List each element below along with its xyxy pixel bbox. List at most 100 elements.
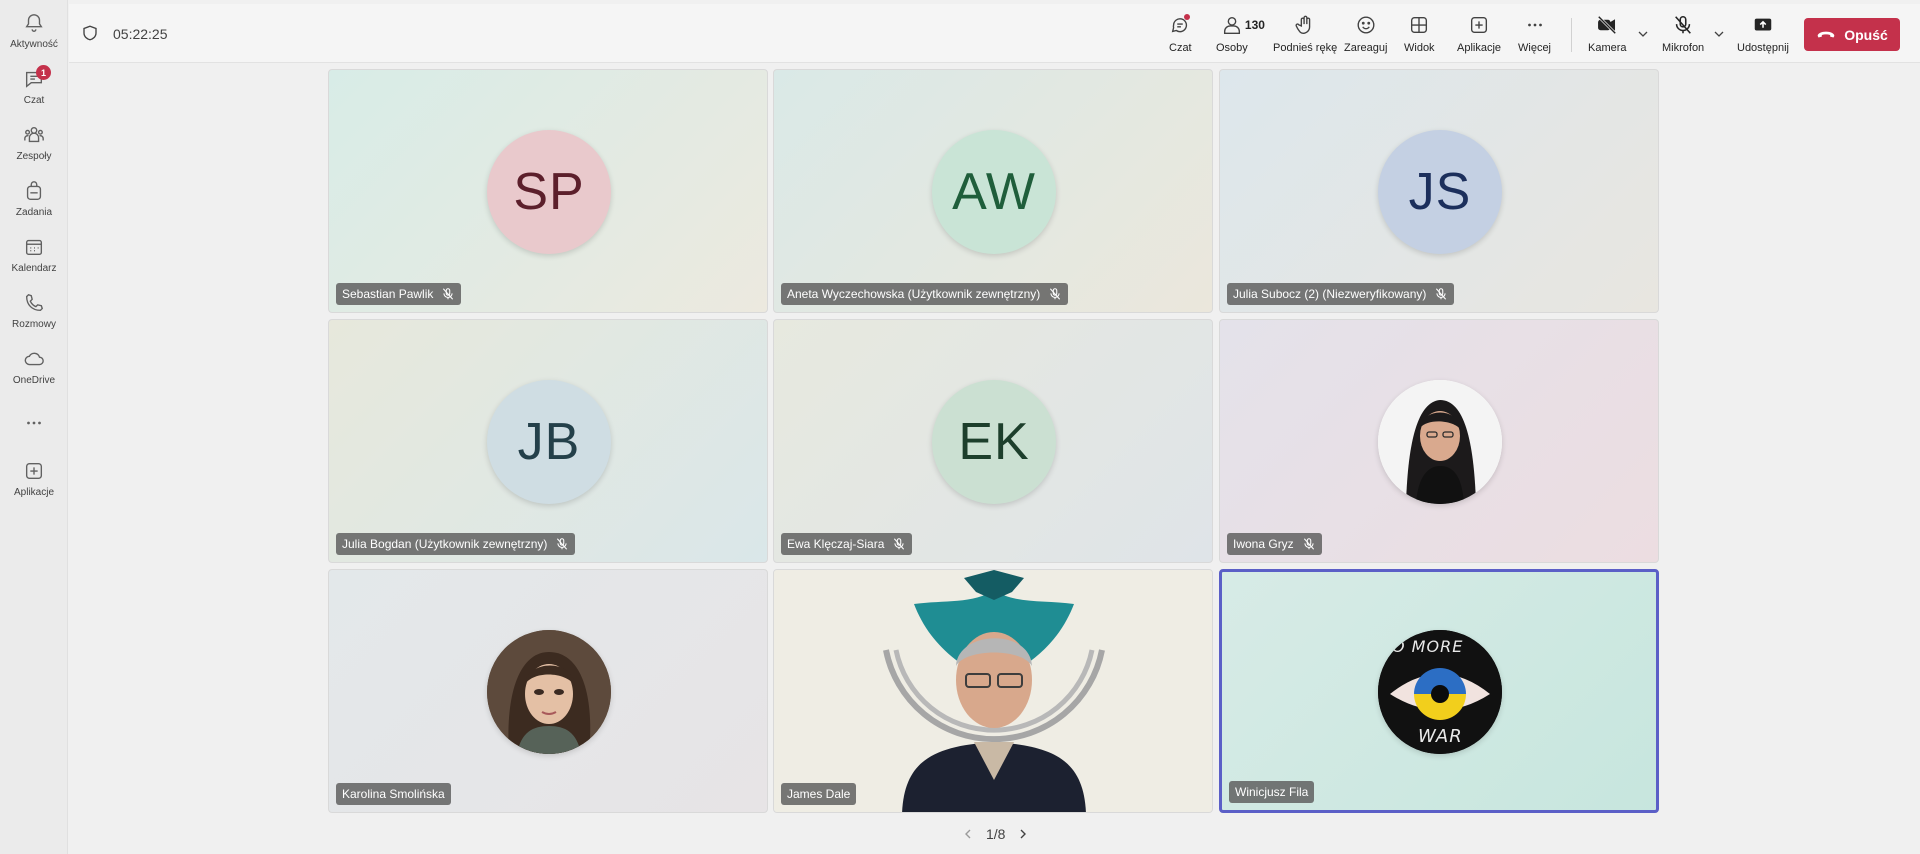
unread-badge: 1: [36, 65, 51, 80]
meeting-toolbar: 05:22:25 Czat 130 Osoby Podnieś rękę Zar…: [69, 4, 1920, 63]
camera-label: Kamera: [1588, 42, 1627, 54]
portrait-woman-image: [1378, 380, 1502, 504]
participant-name-tag: Winicjusz Fila: [1229, 781, 1315, 803]
rail-item-calls[interactable]: Rozmowy: [0, 292, 68, 330]
participant-name: Winicjusz Fila: [1235, 785, 1309, 799]
phone-icon: [25, 293, 44, 312]
svg-text:WAR: WAR: [1418, 726, 1463, 747]
participant-tile[interactable]: Iwona Gryz: [1219, 319, 1659, 563]
rail-item-assignments[interactable]: Zadania: [0, 180, 68, 218]
avatar: AW: [932, 130, 1056, 254]
profile-photo: [1378, 380, 1502, 504]
participant-name: Aneta Wyczechowska (Użytkownik zewnętrzn…: [787, 287, 1041, 301]
chevron-right-icon[interactable]: [1017, 828, 1029, 840]
rail-item-teams[interactable]: Zespoły: [0, 124, 68, 162]
rail-label: Zespoły: [16, 151, 52, 162]
share-screen-icon: [1754, 18, 1772, 31]
avatar: SP: [487, 130, 611, 254]
raise-hand-label: Podnieś rękę: [1273, 42, 1338, 54]
avatar: EK: [932, 380, 1056, 504]
participant-tile[interactable]: JS Julia Subocz (2) (Niezweryfikowany): [1219, 69, 1659, 313]
people-button[interactable]: 130 Osoby: [1216, 14, 1265, 54]
participant-name: Iwona Gryz: [1233, 537, 1294, 551]
participant-name: James Dale: [787, 787, 851, 801]
illustrated-portrait-image: [487, 630, 611, 754]
share-button[interactable]: Udostępnij: [1737, 14, 1789, 54]
rail-item-chat[interactable]: 1 Czat: [0, 65, 68, 106]
toolbar-divider: [1571, 18, 1572, 52]
participant-name-tag: Ewa Klęczaj-Siara: [781, 533, 913, 555]
more-label: Więcej: [1518, 42, 1552, 54]
chevron-down-icon[interactable]: [1637, 28, 1649, 40]
add-app-icon: [25, 462, 43, 480]
mic-off-icon: [894, 538, 905, 550]
calendar-icon: [25, 239, 43, 256]
participant-tile[interactable]: JB Julia Bogdan (Użytkownik zewnętrzny): [328, 319, 768, 563]
camera-button[interactable]: Kamera: [1588, 14, 1627, 54]
mic-off-icon: [1050, 288, 1061, 300]
chat-button[interactable]: Czat: [1169, 14, 1192, 54]
participant-name: Julia Subocz (2) (Niezweryfikowany): [1233, 287, 1427, 301]
page-indicator: 1/8: [986, 826, 1006, 842]
rail-label: Zadania: [15, 207, 53, 218]
participant-video-feed: [774, 570, 1212, 812]
chevron-down-icon[interactable]: [1713, 28, 1725, 40]
apps-label: Aplikacje: [1457, 42, 1502, 54]
participant-name-tag: Sebastian Pawlik: [336, 283, 462, 305]
backpack-icon: [26, 181, 42, 200]
rail-item-activity[interactable]: Aktywność: [0, 12, 68, 50]
shield-icon[interactable]: [81, 24, 99, 42]
leave-button[interactable]: Opuść: [1804, 18, 1900, 51]
rail-label: Aktywność: [10, 39, 58, 50]
avatar: JB: [487, 380, 611, 504]
people-label: Osoby: [1216, 42, 1248, 54]
more-apps-button[interactable]: [0, 412, 68, 434]
participant-name-tag: Iwona Gryz: [1227, 533, 1322, 555]
rail-item-calendar[interactable]: Kalendarz: [0, 236, 68, 274]
emoji-icon: [1357, 16, 1375, 34]
rail-item-onedrive[interactable]: OneDrive: [0, 348, 68, 386]
react-button[interactable]: Zareaguj: [1344, 14, 1387, 54]
react-label: Zareaguj: [1344, 42, 1388, 54]
mic-off-icon: [443, 288, 454, 300]
participant-name-tag: Aneta Wyczechowska (Użytkownik zewnętrzn…: [781, 283, 1069, 305]
profile-photo: O MORE WAR: [1378, 630, 1502, 754]
share-label: Udostępnij: [1737, 42, 1789, 54]
apps-button[interactable]: Aplikacje: [1457, 14, 1501, 54]
mic-off-icon: [1436, 288, 1447, 300]
participant-name: Karolina Smolińska: [342, 787, 445, 801]
hang-up-icon: [1817, 31, 1835, 37]
profile-photo: [487, 630, 611, 754]
rail-label: OneDrive: [12, 375, 56, 386]
app-rail: Aktywność 1 Czat Zespoły Zadania Kalenda…: [0, 0, 68, 854]
bell-icon: [25, 14, 43, 32]
teams-icon: [24, 126, 44, 143]
people-icon: [1223, 16, 1240, 34]
raise-hand-button[interactable]: Podnieś rękę: [1273, 14, 1337, 54]
camera-off-icon: [1598, 15, 1617, 35]
participant-tile[interactable]: EK Ewa Klęczaj-Siara: [773, 319, 1213, 563]
participant-tile[interactable]: Karolina Smolińska: [328, 569, 768, 813]
gallery-pager: 1/8: [962, 826, 1029, 842]
chevron-left-icon[interactable]: [962, 828, 974, 840]
rail-label: Rozmowy: [12, 319, 56, 330]
participant-name: Sebastian Pawlik: [342, 287, 434, 301]
participant-tile[interactable]: SP Sebastian Pawlik: [328, 69, 768, 313]
add-app-icon: [1470, 16, 1488, 34]
view-button[interactable]: Widok: [1404, 14, 1435, 54]
participant-tile-video[interactable]: James Dale: [773, 569, 1213, 813]
microphone-button[interactable]: Mikrofon: [1662, 14, 1704, 54]
participant-tile[interactable]: AW Aneta Wyczechowska (Użytkownik zewnęt…: [773, 69, 1213, 313]
mic-label: Mikrofon: [1662, 42, 1705, 54]
mic-off-icon: [557, 538, 568, 550]
rail-label: Aplikacje: [13, 487, 55, 498]
more-dots-icon: [1527, 23, 1542, 27]
participant-tile-active-speaker[interactable]: O MORE WAR Winicjusz Fila: [1219, 569, 1659, 813]
chat-label: Czat: [1169, 42, 1192, 54]
meeting-timer: 05:22:25: [113, 26, 168, 42]
participant-name-tag: Julia Bogdan (Użytkownik zewnętrzny): [336, 533, 576, 555]
eye-artwork-image: O MORE WAR: [1378, 630, 1502, 754]
rail-item-apps[interactable]: Aplikacje: [0, 460, 68, 498]
participant-name-tag: Karolina Smolińska: [336, 783, 451, 805]
more-button[interactable]: Więcej: [1518, 14, 1551, 54]
